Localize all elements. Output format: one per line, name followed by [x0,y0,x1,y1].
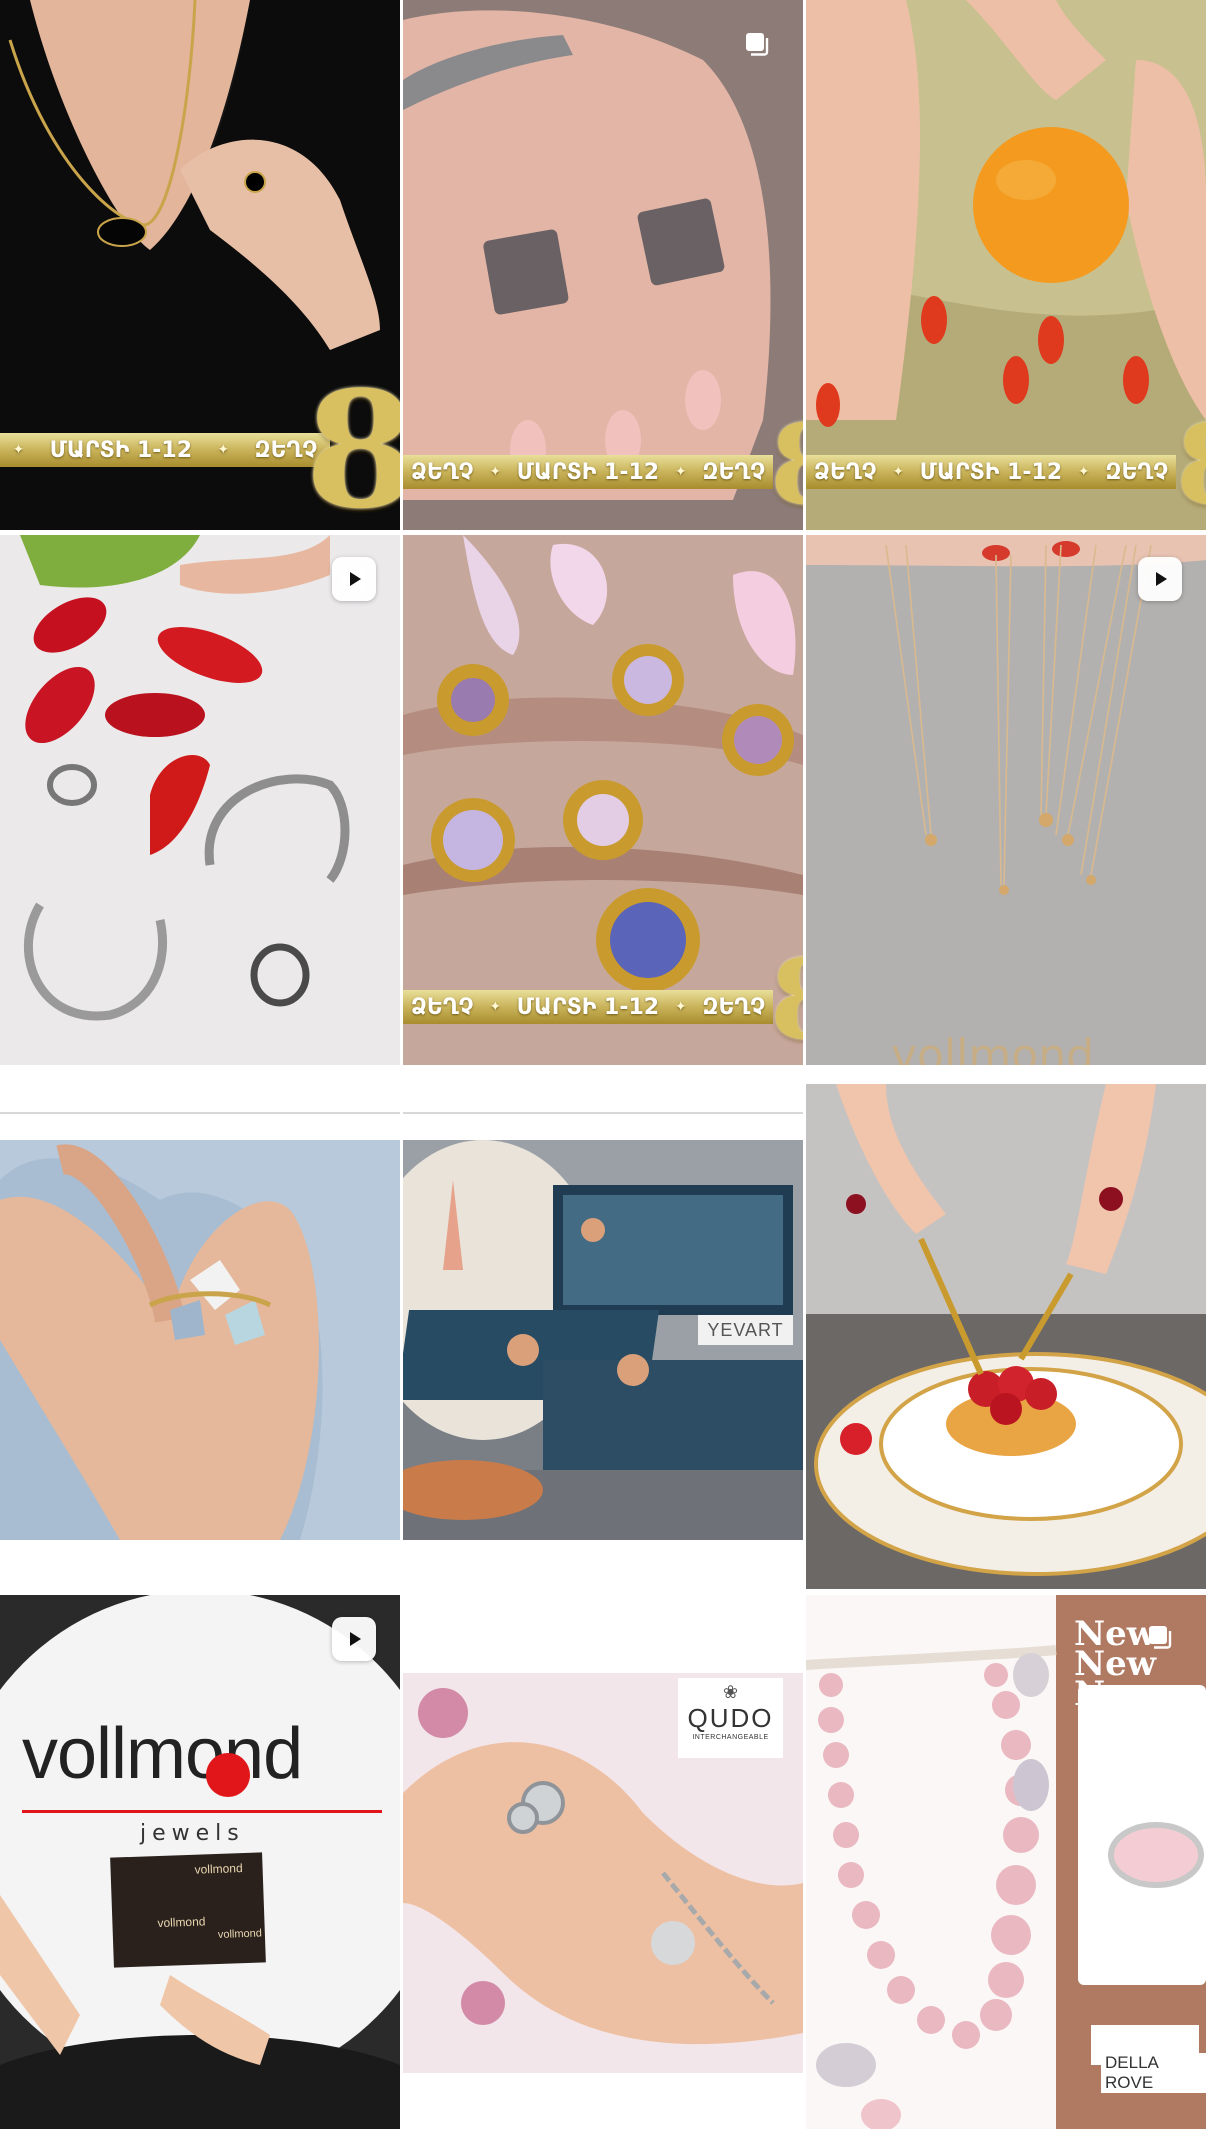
banner-right-word: ԶԵՂՉ [702,459,766,485]
post-4-image [0,535,400,1065]
reel-play-icon [332,557,376,601]
post-tile-11[interactable]: ❀ QUDO INTERCHANGEABLE [403,1640,803,2129]
yevart-tag: YEVART [698,1315,793,1345]
banner-center-text: ՄԱՐՏԻ 1-12 [919,459,1063,485]
post-tile-4[interactable] [0,535,400,1065]
vollmond-logo-text: vollmond [22,1714,303,1794]
promo-numeral-8: 8 [305,356,400,530]
promo-banner: ՁԵՂՉ ✦ ՄԱՐՏԻ 1-12 ✦ ԶԵՂՉ [403,455,773,489]
post-6-image [806,535,1206,1065]
promo-numeral-8: 8 [1176,410,1206,520]
post-tile-6[interactable]: vollmond [806,535,1206,1065]
new-panel: New New New [1074,1617,1156,1714]
star-icon: ✦ [1077,464,1090,480]
banner-center-text: ՄԱՐՏԻ 1-12 [516,459,660,485]
post-tile-7[interactable] [0,1070,400,1540]
qudo-name: QUDO [687,1703,774,1733]
post-2-image [403,0,803,530]
vollmond-logo-dot [206,1753,250,1797]
post-tile-1[interactable]: ✦ ՄԱՐՏԻ 1-12 ✦ ԶԵՂՉ 8 [0,0,400,530]
qudo-logo: ❀ QUDO INTERCHANGEABLE [678,1678,783,1758]
banner-center-text: ՄԱՐՏԻ 1-12 [516,994,660,1020]
post-3-image [806,0,1206,530]
star-icon: ✦ [12,442,25,458]
promo-banner: ՁԵՂՉ ✦ ՄԱՐՏԻ 1-12 ✦ ԶԵՂՉ [806,455,1176,489]
star-icon: ✦ [489,999,502,1015]
vollmond-card-text: vollmond [157,1914,206,1931]
promo-numeral-8: 8 [770,945,803,1055]
post-tile-8[interactable]: YEVART [403,1070,803,1540]
reel-play-icon [332,1617,376,1661]
vollmond-logo-line [22,1810,382,1813]
post-tile-5[interactable]: ՁԵՂՉ ✦ ՄԱՐՏԻ 1-12 ✦ ԶԵՂՉ 8 [403,535,803,1065]
promo-numeral-8: 8 [770,410,803,520]
vollmond-logo-sub: jewels [140,1821,245,1846]
banner-left-word: ՁԵՂՉ [410,994,474,1020]
post-7-image [0,1140,400,1540]
new-line-3: New [1074,1674,1156,1714]
qudo-sub: INTERCHANGEABLE [692,1734,769,1741]
qudo-flower-icon: ❀ [722,1682,739,1702]
star-icon: ✦ [489,464,502,480]
star-icon: ✦ [217,442,230,458]
banner-left-word: ՁԵՂՉ [813,459,877,485]
banner-left-word: ՁԵՂՉ [410,459,474,485]
della-rovere-logo: DELLA ROVE [1101,2053,1206,2093]
star-icon: ✦ [674,999,687,1015]
banner-right-word: ԶԵՂՉ [702,994,766,1020]
reel-play-icon [1138,557,1182,601]
post-5-image [403,535,803,1065]
post-tile-12[interactable]: New New New DELLA ROVE [806,1595,1206,2129]
star-icon: ✦ [892,464,905,480]
post-tile-10[interactable]: vollmond jewels vollmond vollmond vollmo… [0,1595,400,2129]
vollmond-card-text: vollmond [194,1861,243,1877]
carousel-icon [735,22,779,66]
promo-banner: ՁԵՂՉ ✦ ՄԱՐՏԻ 1-12 ✦ ԶԵՂՉ [403,990,773,1024]
vollmond-watermark: vollmond [891,1030,1095,1065]
banner-center-text: ՄԱՐՏԻ 1-12 [49,437,193,463]
star-icon: ✦ [674,464,687,480]
vollmond-gift-card: vollmond vollmond vollmond [110,1852,266,1968]
post-tile-3[interactable]: ՁԵՂՉ ✦ ՄԱՐՏԻ 1-12 ✦ ԶԵՂՉ 8 [806,0,1206,530]
vollmond-card-text: vollmond [217,1927,263,1941]
profile-post-grid: ✦ ՄԱՐՏԻ 1-12 ✦ ԶԵՂՉ 8 ՁԵՂՉ ✦ ՄԱՐՏԻ 1-12 … [0,0,1206,2129]
post-9-image [806,1084,1206,1589]
post-tile-2[interactable]: ՁԵՂՉ ✦ ՄԱՐՏԻ 1-12 ✦ ԶԵՂՉ 8 [403,0,803,530]
banner-right-word: ԶԵՂՉ [1105,459,1169,485]
promo-banner: ✦ ՄԱՐՏԻ 1-12 ✦ ԶԵՂՉ [0,433,330,467]
post-tile-9[interactable] [806,1084,1206,1589]
